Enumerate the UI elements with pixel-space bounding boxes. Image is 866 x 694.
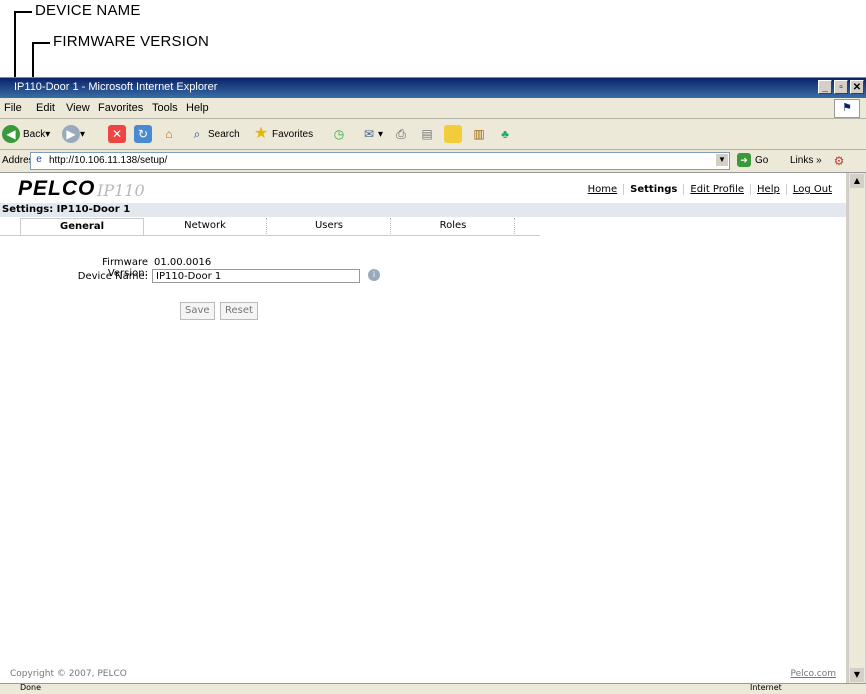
print-button[interactable]: ⎙	[392, 124, 410, 144]
settings-tabs: General Network Users Roles	[0, 218, 540, 235]
address-url: http://10.106.11.138/setup/	[49, 155, 168, 166]
links-label: Links	[790, 155, 814, 166]
firmware-version-callout: FIRMWARE VERSION	[53, 33, 209, 50]
print-icon: ⎙	[396, 127, 406, 141]
firmware-callout-tick	[32, 42, 50, 44]
menu-file[interactable]: File	[4, 102, 22, 114]
stop-icon: ✕	[108, 125, 126, 143]
save-button[interactable]: Save	[180, 302, 215, 320]
home-button[interactable]: ⌂	[160, 124, 178, 144]
info-icon[interactable]: i	[368, 269, 380, 281]
tab-divider	[0, 235, 540, 236]
device-name-label: Device Name:	[77, 271, 148, 282]
windows-logo-icon: ⚑	[834, 99, 860, 118]
toolbar: ◀ Back ▾ ▶ ▾ ✕ ↻ ⌂ ⌕ Search ★ Favorites ◷ ✉…	[0, 119, 866, 150]
refresh-icon: ↻	[134, 125, 152, 143]
search-button[interactable]: ⌕ Search	[188, 124, 240, 144]
folder-icon	[444, 125, 462, 143]
back-label: Back	[23, 128, 46, 140]
messenger-icon: ♣	[501, 127, 509, 141]
pelco-link[interactable]: Pelco.com	[790, 669, 836, 679]
history-button[interactable]: ◷	[330, 124, 348, 144]
menu-view[interactable]: View	[66, 102, 90, 114]
search-icon: ⌕	[193, 127, 201, 141]
go-button[interactable]: ➜ Go	[737, 153, 768, 167]
menu-tools[interactable]: Tools	[152, 102, 178, 114]
favorites-label: Favorites	[272, 128, 314, 140]
page-header: Settings: IP110-Door 1	[0, 203, 846, 217]
firmware-version-value: 01.00.0016	[154, 257, 212, 268]
device-name-callout-tick	[14, 11, 32, 13]
toolbar-extension-icon[interactable]: ⚙	[830, 152, 848, 170]
favorites-button[interactable]: ★ Favorites	[252, 124, 313, 144]
search-label: Search	[208, 128, 240, 140]
research-button[interactable]: ▥	[470, 124, 488, 144]
mail-button[interactable]: ✉ ▾	[360, 124, 383, 144]
window-title: IP110-Door 1 - Microsoft Internet Explor…	[14, 81, 218, 93]
back-button[interactable]: ◀ Back ▾	[2, 124, 50, 144]
history-icon: ◷	[333, 127, 345, 141]
status-bar: Done Internet	[0, 683, 866, 694]
go-arrow-icon: ➜	[737, 153, 751, 167]
reset-button[interactable]: Reset	[220, 302, 258, 320]
page-content: PELCO IP110 Home Settings Edit Profile H…	[0, 173, 846, 683]
browser-window: IP110-Door 1 - Microsoft Internet Explor…	[0, 77, 866, 694]
tab-general[interactable]: General	[20, 218, 144, 235]
tab-roles[interactable]: Roles	[392, 218, 515, 234]
device-name-callout: DEVICE NAME	[35, 2, 141, 19]
menu-help[interactable]: Help	[186, 102, 209, 114]
home-icon: ⌂	[165, 127, 173, 141]
research-icon: ▥	[473, 127, 485, 141]
edit-button[interactable]: ▤	[418, 124, 436, 144]
address-bar: Address e http://10.106.11.138/setup/ ▼ …	[0, 150, 866, 173]
forward-button[interactable]: ▶ ▾	[62, 124, 85, 144]
model-name: IP110	[97, 181, 145, 200]
star-icon: ★	[253, 125, 269, 142]
refresh-button[interactable]: ↻	[134, 124, 152, 144]
nav-home[interactable]: Home	[582, 184, 624, 195]
nav-help[interactable]: Help	[750, 184, 786, 195]
messenger-button[interactable]: ♣	[496, 124, 514, 144]
address-input[interactable]: e http://10.106.11.138/setup/ ▼	[30, 152, 730, 170]
minimize-button[interactable]: _	[818, 80, 832, 94]
stop-button[interactable]: ✕	[108, 124, 126, 144]
maximize-button[interactable]: ▫	[834, 80, 848, 94]
top-nav: Home Settings Edit Profile Help Log Out	[582, 184, 838, 195]
nav-log-out[interactable]: Log Out	[785, 184, 838, 195]
nav-edit-profile[interactable]: Edit Profile	[683, 184, 750, 195]
forward-arrow-icon: ▶	[62, 125, 80, 143]
title-bar: IP110-Door 1 - Microsoft Internet Explor…	[0, 78, 866, 98]
menu-bar: File Edit View Favorites Tools Help ⚑	[0, 98, 866, 119]
page-icon: e	[36, 154, 42, 165]
address-dropdown-icon[interactable]: ▼	[716, 154, 728, 166]
close-button[interactable]: ✕	[850, 80, 864, 94]
tab-users[interactable]: Users	[268, 218, 391, 234]
folder-button[interactable]	[444, 124, 462, 144]
scroll-down-icon[interactable]: ▼	[850, 668, 864, 682]
copyright-text: Copyright © 2007, PELCO	[10, 669, 127, 679]
scroll-up-icon[interactable]: ▲	[850, 174, 864, 188]
device-name-input[interactable]	[152, 269, 360, 283]
back-arrow-icon: ◀	[2, 125, 20, 143]
go-label: Go	[755, 154, 769, 166]
nav-settings[interactable]: Settings	[623, 184, 683, 195]
page-title: Settings: IP110-Door 1	[2, 204, 131, 215]
edit-icon: ▤	[421, 127, 433, 141]
menu-edit[interactable]: Edit	[36, 102, 55, 114]
menu-favorites[interactable]: Favorites	[98, 102, 143, 114]
tab-network[interactable]: Network	[144, 218, 267, 234]
vertical-scrollbar[interactable]: ▲ ▼	[848, 173, 865, 683]
pelco-logo: PELCO	[18, 177, 96, 200]
mail-icon: ✉	[363, 127, 375, 141]
links-button[interactable]: Links »	[790, 155, 822, 166]
